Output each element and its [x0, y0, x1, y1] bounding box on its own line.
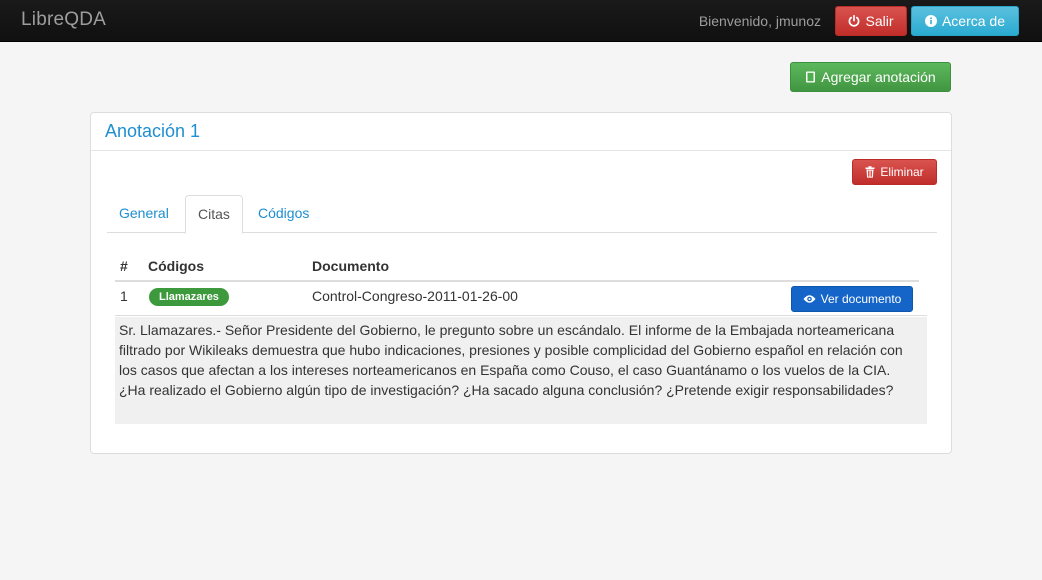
- welcome-text: Bienvenido, jmunoz: [698, 13, 821, 29]
- quote-row: Sr. Llamazares.- Señor Presidente del Go…: [115, 317, 927, 424]
- trash-icon: [865, 166, 875, 178]
- eye-icon: [803, 294, 816, 304]
- tab-general[interactable]: General: [107, 195, 181, 233]
- table-row: 1 Llamazares Control-Congreso-2011-01-26…: [115, 282, 927, 316]
- panel-heading: Anotación 1: [91, 113, 951, 151]
- tab-codigos[interactable]: Códigos: [246, 195, 321, 233]
- brand-logo[interactable]: LibreQDA: [21, 9, 106, 31]
- delete-button[interactable]: Eliminar: [852, 159, 937, 185]
- annotation-title: Anotación 1: [105, 121, 201, 141]
- info-icon: [924, 15, 937, 27]
- logout-label: Salir: [865, 13, 894, 29]
- about-label: Acerca de: [941, 13, 1006, 29]
- code-label[interactable]: Llamazares: [149, 288, 229, 306]
- tab-citas[interactable]: Citas: [185, 195, 243, 234]
- view-document-label: Ver documento: [820, 292, 902, 306]
- annotation-tabs: General Citas Códigos: [107, 195, 937, 234]
- quote-text: Sr. Llamazares.- Señor Presidente del Go…: [119, 322, 903, 398]
- add-annotation-label: Agregar anotación: [821, 69, 936, 85]
- about-button[interactable]: Acerca de: [911, 6, 1019, 36]
- delete-label: Eliminar: [880, 165, 924, 179]
- add-annotation-button[interactable]: Agregar anotación: [790, 62, 951, 92]
- document-name: Control-Congreso-2011-01-26-00: [312, 288, 518, 304]
- column-header-number: #: [120, 258, 128, 274]
- top-navbar: LibreQDA Bienvenido, jmunoz Salir Acerca…: [0, 0, 1042, 42]
- book-icon: [805, 71, 816, 83]
- view-document-button[interactable]: Ver documento: [791, 286, 913, 312]
- annotation-panel: Anotación 1 Eliminar General Citas Códig…: [90, 112, 952, 454]
- column-header-document: Documento: [312, 258, 389, 274]
- logout-button[interactable]: Salir: [835, 6, 907, 36]
- row-number: 1: [120, 288, 128, 304]
- column-header-codes: Códigos: [148, 258, 204, 274]
- power-icon: [848, 15, 860, 27]
